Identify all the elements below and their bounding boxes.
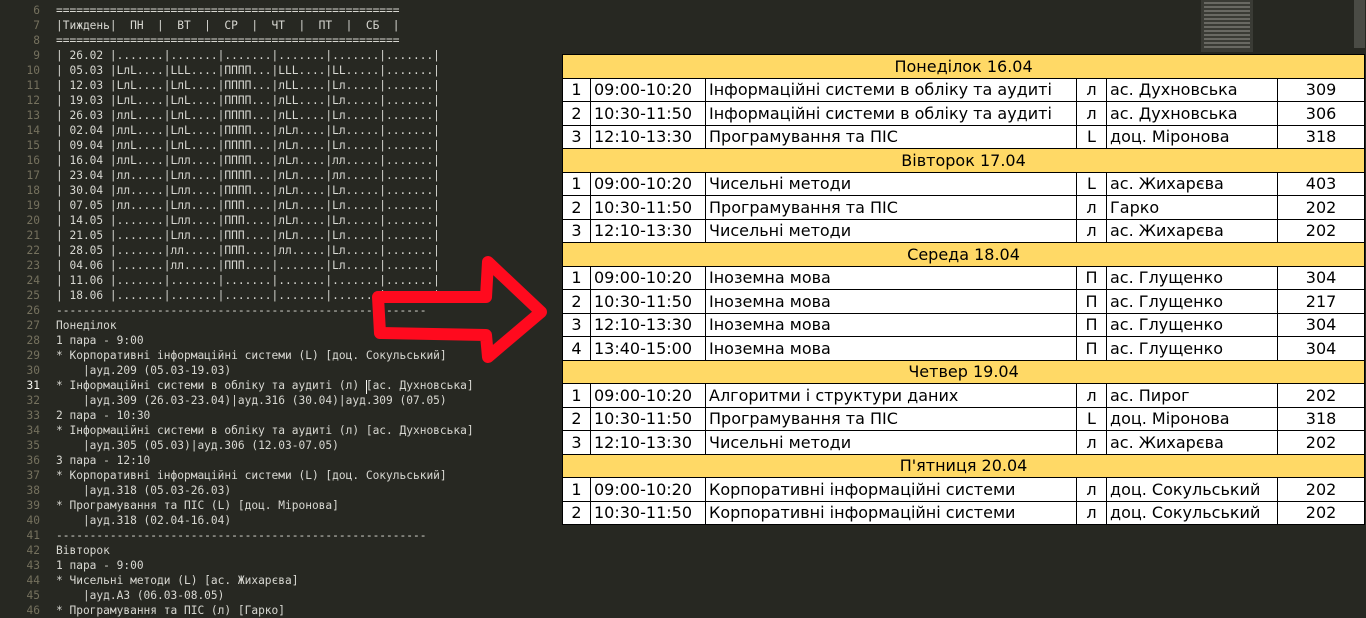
arrow-right-icon xyxy=(372,256,547,363)
